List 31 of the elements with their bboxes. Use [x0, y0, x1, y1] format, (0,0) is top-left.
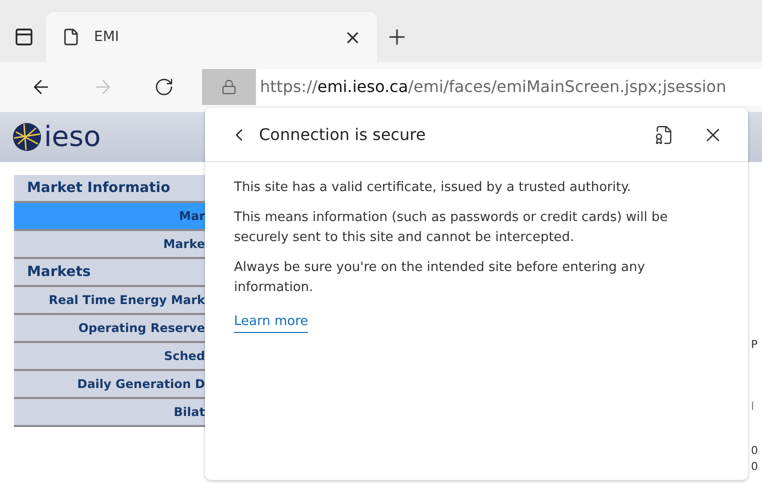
sidebar-item[interactable]: Real Time Energy Mark	[14, 287, 205, 315]
lock-icon	[221, 79, 237, 95]
globe-logo-icon	[12, 122, 42, 152]
sidebar-item[interactable]: Daily Generation D	[14, 371, 205, 399]
cut-off-text: 0	[751, 444, 759, 458]
browser-tab[interactable]: EMI ×	[46, 12, 377, 62]
cut-off-text: l	[751, 400, 756, 414]
page-icon	[62, 28, 80, 46]
sidebar-item[interactable]: Market Informatio	[14, 175, 205, 203]
popup-paragraph: This site has a valid certificate, issued by a trusted authority.	[234, 179, 632, 197]
sidebar-item[interactable]: Mar	[14, 203, 205, 231]
cut-off-text: P	[751, 338, 759, 352]
cut-off-text: 0	[751, 460, 759, 474]
certificate-icon[interactable]	[654, 124, 674, 144]
sidebar-item[interactable]: Markets	[14, 259, 205, 287]
popup-paragraph: This means information (such as passwords or credit cards) will be securely sent to this site and cannot be intercepted.	[234, 209, 669, 247]
sidebar-item[interactable]: Operating Reserve	[14, 315, 205, 343]
popup-title: Connection is secure	[259, 124, 427, 146]
site-info-button[interactable]	[202, 69, 256, 105]
popup-paragraph: Always be sure you're on the intended site before entering any information.	[234, 259, 646, 297]
tab-close-button[interactable]: ×	[344, 27, 361, 47]
logo-text: ieso	[44, 123, 101, 151]
sidebar-item[interactable]: Marke	[14, 231, 205, 259]
learn-more-link[interactable]: Learn more	[234, 312, 308, 333]
url-text: https://emi.ieso.ca/emi/faces/emiMainScreen.jspx;jsession	[260, 76, 726, 98]
refresh-icon[interactable]	[154, 77, 174, 97]
address-bar[interactable]: https://emi.ieso.ca/emi/faces/emiMainScreen.jspx;jsession	[202, 69, 762, 105]
tab-actions-icon[interactable]	[14, 27, 34, 47]
sidebar-item[interactable]: Sched	[14, 343, 205, 371]
sidebar-item[interactable]: Bilat	[14, 399, 205, 427]
tab-title: EMI	[94, 28, 120, 46]
